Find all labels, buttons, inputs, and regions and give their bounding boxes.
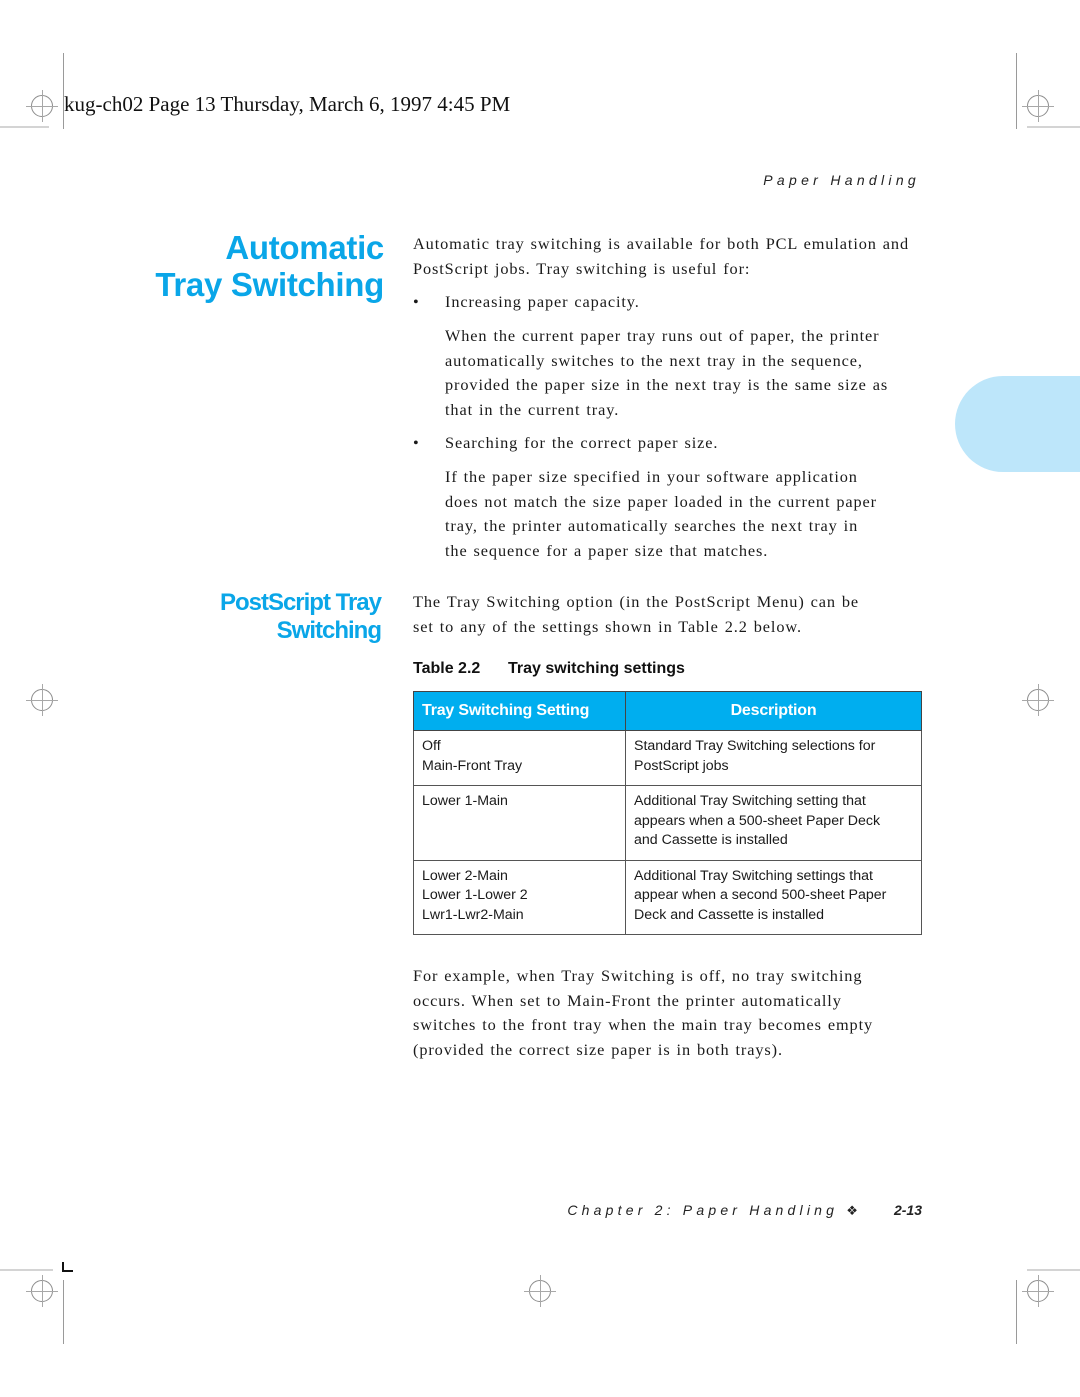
text-line: automatically switches to the next tray …: [445, 350, 863, 370]
bullet-icon: •: [413, 292, 420, 311]
table-title: Tray switching settings: [508, 660, 685, 677]
tray-switching-settings-table: Tray Switching Setting Description Off M…: [413, 691, 922, 935]
registration-mark-mid-left-icon: [26, 684, 58, 716]
registration-mark-top-left-icon: [26, 90, 58, 122]
crop-mark-bottom-left-horizontal: [0, 1269, 53, 1271]
registration-mark-top-right-icon: [1022, 90, 1054, 122]
page-number: 2-13: [893, 1202, 922, 1218]
bullet-detail-paragraph: When the current paper tray runs out of …: [445, 324, 935, 423]
chapter-thumb-tab: [955, 376, 1080, 472]
text-line: set to any of the settings shown in Tabl…: [413, 616, 802, 636]
postscript-intro-paragraph: The Tray Switching option (in the PostSc…: [413, 590, 933, 639]
table-row: Off Main-Front Tray Standard Tray Switch…: [413, 730, 922, 786]
table-header-row: Tray Switching Setting Description: [413, 691, 922, 731]
section-heading-automatic-tray-switching: Automatic Tray Switching: [155, 229, 384, 303]
description-cell: Additional Tray Switching settings that …: [625, 859, 922, 935]
column-header-setting: Tray Switching Setting: [413, 691, 626, 731]
registration-mark-bottom-left-icon: [26, 1275, 58, 1307]
text-line: tray, the printer automatically searches…: [445, 516, 859, 536]
cell-line: Additional Tray Switching settings that: [634, 867, 873, 884]
crop-mark-bottom-left-vertical: [63, 1280, 64, 1344]
heading-line: Automatic: [225, 229, 384, 266]
page-footer: Chapter 2: Paper Handling ❖ 2-13: [567, 1202, 922, 1219]
text-line: The Tray Switching option (in the PostSc…: [413, 592, 860, 611]
bullet-label: Increasing paper capacity.: [445, 292, 640, 311]
crop-mark-top-right-horizontal: [1027, 126, 1080, 128]
crop-mark-top-left-vertical: [63, 53, 64, 129]
cell-line: Standard Tray Switching selections for: [634, 738, 876, 754]
cell-line: Lwr1-Lwr2-Main: [422, 906, 524, 923]
crop-mark-top-right-vertical: [1016, 53, 1017, 129]
cell-line: Off: [422, 738, 441, 754]
cell-line: PostScript jobs: [634, 757, 729, 774]
setting-cell: Off Main-Front Tray: [413, 730, 626, 786]
intro-paragraph: Automatic tray switching is available fo…: [413, 234, 910, 278]
crop-mark-bottom-right-vertical: [1016, 1280, 1017, 1344]
text-line: the sequence for a paper size that match…: [445, 541, 769, 561]
cell-line: Additional Tray Switching setting that: [634, 793, 866, 809]
cell-line: and Cassette is installed: [634, 832, 788, 848]
running-header: Paper Handling: [763, 172, 920, 188]
text-line: does not match the size paper loaded in …: [445, 491, 878, 511]
cell-line: Lower 2-Main: [422, 867, 508, 884]
text-line: switches to the front tray when the main…: [413, 1015, 874, 1035]
footer-chapter-title: Chapter 2: Paper Handling: [567, 1202, 839, 1218]
crop-mark-bottom-right-horizontal: [1027, 1269, 1080, 1271]
corner-l-mark-icon: [62, 1262, 73, 1272]
section-heading-postscript-tray-switching: PostScript Tray Switching: [219, 589, 382, 645]
heading-line: Tray Switching: [155, 266, 384, 303]
table-number: Table 2.2: [413, 660, 481, 677]
example-paragraph: For example, when Tray Switching is off,…: [413, 964, 933, 1063]
table-row: Lower 1-Main Additional Tray Switching s…: [413, 785, 922, 861]
crop-mark-top-left-horizontal: [0, 126, 49, 128]
text-line: occurs. When set to Main-Front the print…: [413, 990, 842, 1010]
text-line: For example, when Tray Switching is off,…: [413, 966, 863, 985]
diamond-separator-icon: ❖: [846, 1203, 858, 1218]
registration-mark-bottom-center-icon: [524, 1275, 556, 1307]
print-slug-line: kug-ch02 Page 13 Thursday, March 6, 1997…: [64, 92, 511, 116]
text-line: If the paper size specified in your soft…: [445, 467, 858, 486]
bullet-icon: •: [413, 433, 420, 452]
bullet-detail-paragraph: If the paper size specified in your soft…: [445, 465, 935, 564]
table-row: Lower 2-Main Lower 1-Lower 2 Lwr1-Lwr2-M…: [413, 859, 922, 935]
table-caption: Table 2.2 Tray switching settings: [413, 660, 685, 678]
text-line: (provided the correct size paper is in b…: [413, 1040, 783, 1060]
cell-line: Main-Front Tray: [422, 757, 523, 774]
column-header-description: Description: [625, 691, 922, 731]
registration-mark-mid-right-icon: [1022, 684, 1054, 716]
text-line: that in the current tray.: [445, 400, 620, 420]
bullet-label: Searching for the correct paper size.: [445, 433, 719, 452]
setting-cell: Lower 1-Main: [413, 785, 626, 861]
cell-line: Lower 1-Lower 2: [422, 887, 528, 903]
cell-line: appear when a second 500-sheet Paper: [634, 887, 887, 903]
cell-line: appears when a 500-sheet Paper Deck: [634, 812, 881, 829]
text-line: When the current paper tray runs out of …: [445, 326, 880, 345]
text-line: provided the paper size in the next tray…: [445, 375, 889, 395]
description-cell: Additional Tray Switching setting that a…: [625, 785, 922, 861]
registration-mark-bottom-right-icon: [1022, 1275, 1054, 1307]
cell-line: Deck and Cassette is installed: [634, 906, 825, 923]
heading-line: Switching: [276, 617, 382, 644]
heading-line: PostScript Tray: [219, 589, 382, 616]
cell-line: Lower 1-Main: [422, 793, 508, 809]
setting-cell: Lower 2-Main Lower 1-Lower 2 Lwr1-Lwr2-M…: [413, 859, 626, 935]
description-cell: Standard Tray Switching selections for P…: [625, 730, 922, 786]
